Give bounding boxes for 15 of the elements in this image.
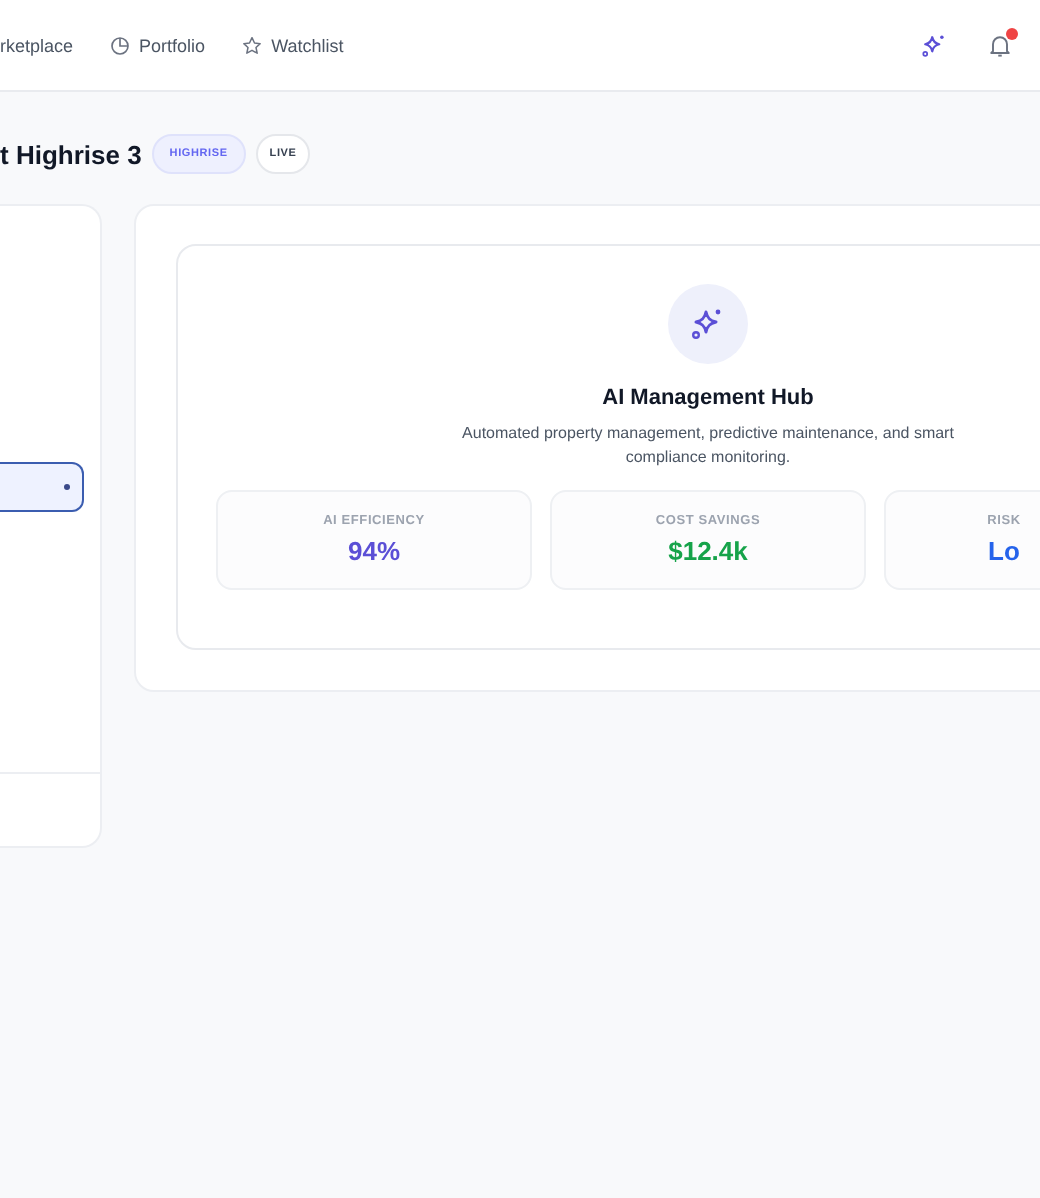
nav-link[interactable]: Watchlist bbox=[241, 35, 344, 55]
pie-chart-icon bbox=[109, 35, 130, 55]
dot-icon bbox=[64, 484, 70, 490]
sparkle-icon bbox=[668, 284, 748, 364]
hub-title: AI Management Hub bbox=[602, 386, 814, 410]
nav-link[interactable]: rketplace bbox=[0, 35, 74, 55]
stat-value: 94% bbox=[347, 536, 401, 566]
list-item[interactable] bbox=[0, 462, 84, 512]
notifications-button[interactable] bbox=[984, 29, 1016, 61]
stat-value: $12.4k bbox=[668, 536, 748, 566]
property-title: t Highrise 3 bbox=[0, 139, 142, 169]
hub-description: Automated property management, predictive maintenance, and smart compliance monitoring. bbox=[460, 422, 956, 470]
stat-value: Lo bbox=[988, 536, 1020, 566]
nav-link[interactable]: Portfolio bbox=[109, 35, 206, 55]
star-icon bbox=[241, 35, 262, 55]
